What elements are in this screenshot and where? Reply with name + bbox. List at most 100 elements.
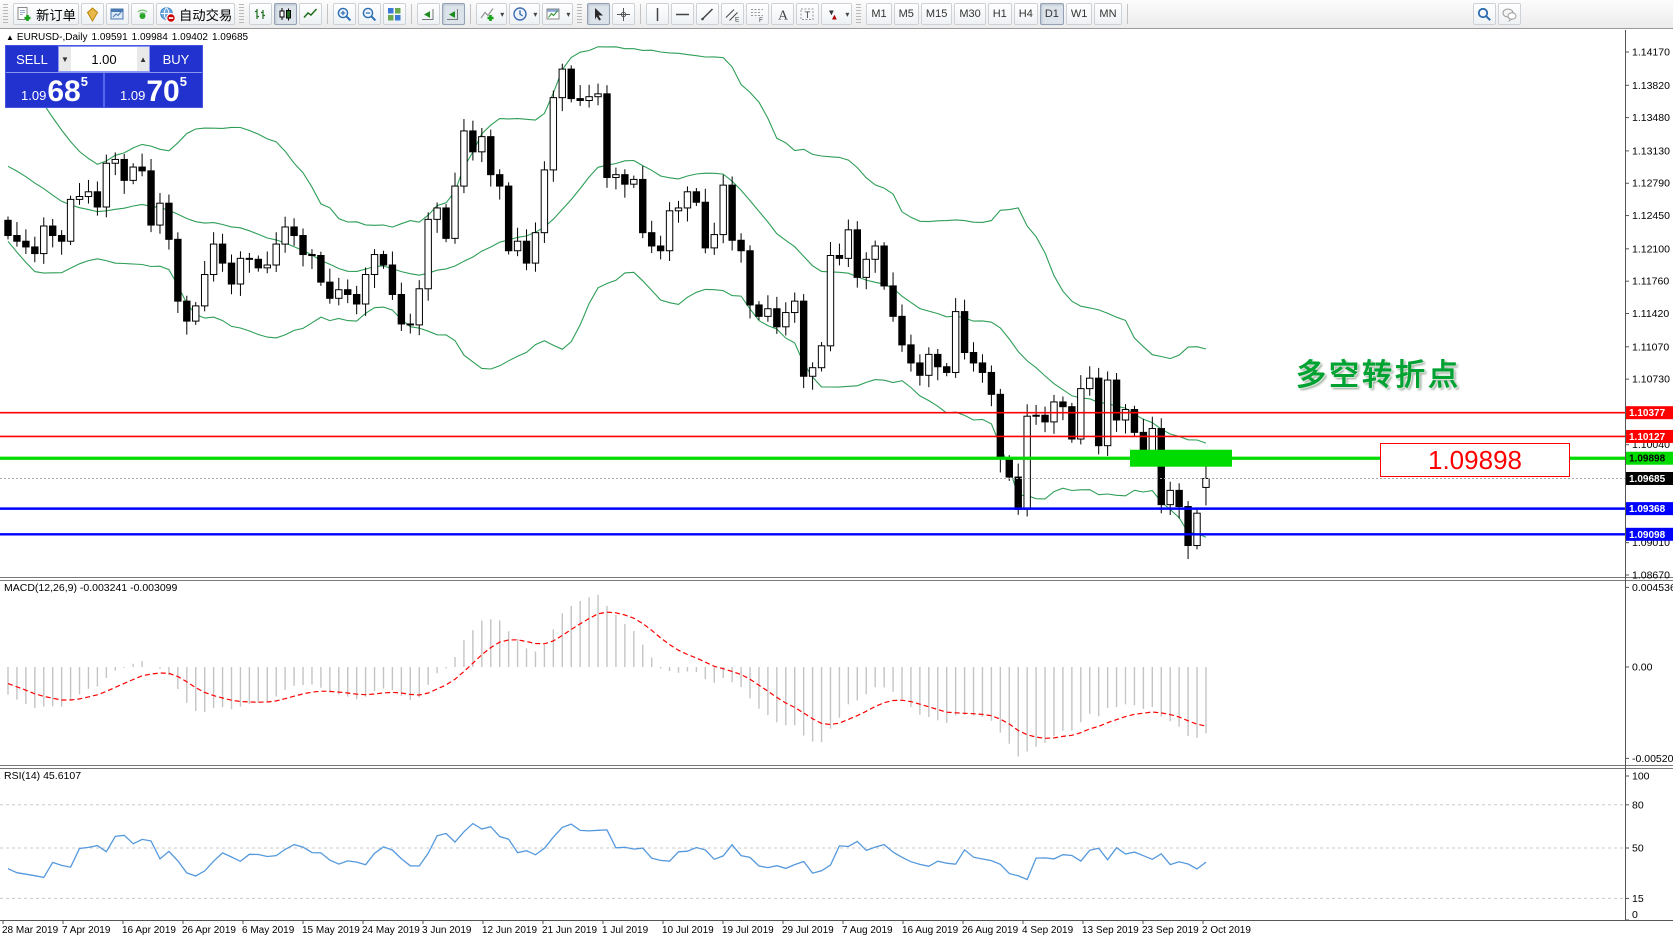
main-chart-panel[interactable] <box>0 47 1625 559</box>
timeframe-m1-button[interactable]: M1 <box>866 3 891 25</box>
templates-button[interactable]: ▾ <box>542 3 573 25</box>
buy-button[interactable]: BUY <box>150 46 202 72</box>
date-tick-label: 28 Mar 2019 <box>2 925 59 936</box>
toolbar-grip[interactable] <box>239 4 244 24</box>
chat-icon <box>1501 6 1518 23</box>
date-tick-label: 16 Apr 2019 <box>122 925 176 936</box>
rsi-axis-label: 15 <box>1632 893 1644 905</box>
signals-button[interactable] <box>131 3 154 25</box>
timeframe-mn-button[interactable]: MN <box>1094 3 1121 25</box>
horizontal-line-button[interactable] <box>671 3 694 25</box>
toolbar-grip[interactable] <box>856 4 861 24</box>
date-tick-label: 23 Sep 2019 <box>1142 925 1199 936</box>
rsi-line <box>8 824 1206 880</box>
tile-windows-button[interactable] <box>383 3 406 25</box>
annotation-text[interactable]: 多空转折点 <box>1296 350 1461 394</box>
zoom-out-button[interactable] <box>358 3 381 25</box>
marketwatch-icon <box>84 6 101 23</box>
arrows-button[interactable]: ▾ <box>821 3 852 25</box>
indicators-button[interactable]: ▾ <box>476 3 507 25</box>
bar-chart-button[interactable] <box>249 3 272 25</box>
auto-scroll-button[interactable] <box>417 3 440 25</box>
close-value: 1.09685 <box>212 32 248 43</box>
dropdown-caret-icon[interactable]: ▾ <box>566 10 570 19</box>
channel-button[interactable]: E <box>721 3 744 25</box>
vertical-line-button[interactable] <box>646 3 669 25</box>
price-callout[interactable]: 1.09898 <box>1380 443 1570 477</box>
signals-icon <box>134 6 151 23</box>
panel-separator[interactable] <box>0 765 1673 766</box>
candlestick-icon <box>277 6 294 23</box>
price-tick-label: 1.13480 <box>1632 112 1670 124</box>
time-axis-line <box>0 920 1673 921</box>
macd-axis-label: 0.00 <box>1632 662 1653 674</box>
timeframe-w1-button[interactable]: W1 <box>1066 3 1093 25</box>
new-order-button-label: 新订单 <box>36 5 76 24</box>
price-axis[interactable]: 1.141701.138201.134801.131301.127901.124… <box>1625 47 1673 582</box>
buy-price-display[interactable]: 1.09 70 5 <box>105 73 202 107</box>
price-tick-label: 1.11070 <box>1632 341 1669 353</box>
volume-increase-button[interactable]: ▲ <box>137 47 149 71</box>
panel-separator[interactable] <box>0 580 1673 581</box>
price-tick-label: 1.10730 <box>1632 374 1670 386</box>
macd-panel[interactable] <box>8 595 1206 757</box>
panel-separator[interactable] <box>0 577 1673 578</box>
dropdown-caret-icon[interactable]: ▾ <box>845 10 849 19</box>
rsi-axis-label: 100 <box>1632 771 1650 783</box>
collapse-icon[interactable]: ▲ <box>6 33 14 42</box>
autotrading-button-label: 自动交易 <box>179 5 232 24</box>
zoom-in-button[interactable] <box>333 3 356 25</box>
timeframe-m15-button[interactable]: M15 <box>921 3 952 25</box>
date-tick-label: 15 May 2019 <box>302 925 360 936</box>
date-tick-label: 7 Aug 2019 <box>842 925 893 936</box>
price-tick-label: 1.11760 <box>1632 276 1669 288</box>
marketwatch-button[interactable] <box>81 3 104 25</box>
price-badge-label: 1.09898 <box>1629 454 1666 465</box>
chart-window-button[interactable] <box>106 3 129 25</box>
timeframe-d1-button[interactable]: D1 <box>1040 3 1064 25</box>
trendline-icon <box>699 6 716 23</box>
macd-axis-label: -0.005205 <box>1632 753 1673 765</box>
crosshair-button[interactable] <box>612 3 635 25</box>
dropdown-caret-icon[interactable]: ▾ <box>533 10 537 19</box>
candlestick-button[interactable] <box>274 3 297 25</box>
autotrading-button[interactable]: 自动交易 <box>156 3 235 25</box>
chart-shift-button[interactable] <box>442 3 465 25</box>
date-tick-label: 24 May 2019 <box>362 925 420 936</box>
line-chart-button[interactable] <box>299 3 322 25</box>
panel-separator[interactable] <box>0 768 1673 769</box>
new-order-button[interactable]: 新订单 <box>13 3 79 25</box>
low-value: 1.09402 <box>172 32 208 43</box>
date-tick-label: 7 Apr 2019 <box>62 925 111 936</box>
timeframe-h1-button[interactable]: H1 <box>988 3 1012 25</box>
sell-button[interactable]: SELL <box>6 46 58 72</box>
timeframe-m5-button[interactable]: M5 <box>894 3 919 25</box>
toolbar-right <box>1472 3 1522 25</box>
time-axis[interactable]: 28 Mar 20197 Apr 201916 Apr 201926 Apr 2… <box>2 920 1251 936</box>
sell-price-big: 68 <box>47 79 80 105</box>
rsi-panel[interactable] <box>0 805 1625 899</box>
toolbar-grip[interactable] <box>577 4 582 24</box>
text-button[interactable]: A <box>771 3 794 25</box>
timeframe-h4-button[interactable]: H4 <box>1014 3 1038 25</box>
chat-button[interactable] <box>1498 3 1521 25</box>
text-label-button[interactable]: T <box>796 3 819 25</box>
channel-icon: E <box>724 6 741 23</box>
periods-button[interactable]: ▾ <box>509 3 540 25</box>
zoom-in-icon <box>336 6 353 23</box>
toolbar-grip[interactable] <box>3 4 8 24</box>
date-tick-label: 1 Jul 2019 <box>602 925 649 936</box>
volume-input[interactable] <box>71 47 137 71</box>
trendline-button[interactable] <box>696 3 719 25</box>
volume-decrease-button[interactable]: ▼ <box>59 47 71 71</box>
dropdown-caret-icon[interactable]: ▾ <box>500 10 504 19</box>
sell-price-prefix: 1.09 <box>21 88 46 103</box>
crosshair-icon <box>615 6 632 23</box>
price-axis-line <box>1625 30 1626 920</box>
timeframe-m30-button[interactable]: M30 <box>954 3 985 25</box>
search-button[interactable] <box>1473 3 1496 25</box>
fibonacci-button[interactable]: F <box>746 3 769 25</box>
buy-price-pip: 5 <box>180 74 187 89</box>
cursor-button[interactable] <box>587 3 610 25</box>
sell-price-display[interactable]: 1.09 68 5 <box>6 73 105 107</box>
